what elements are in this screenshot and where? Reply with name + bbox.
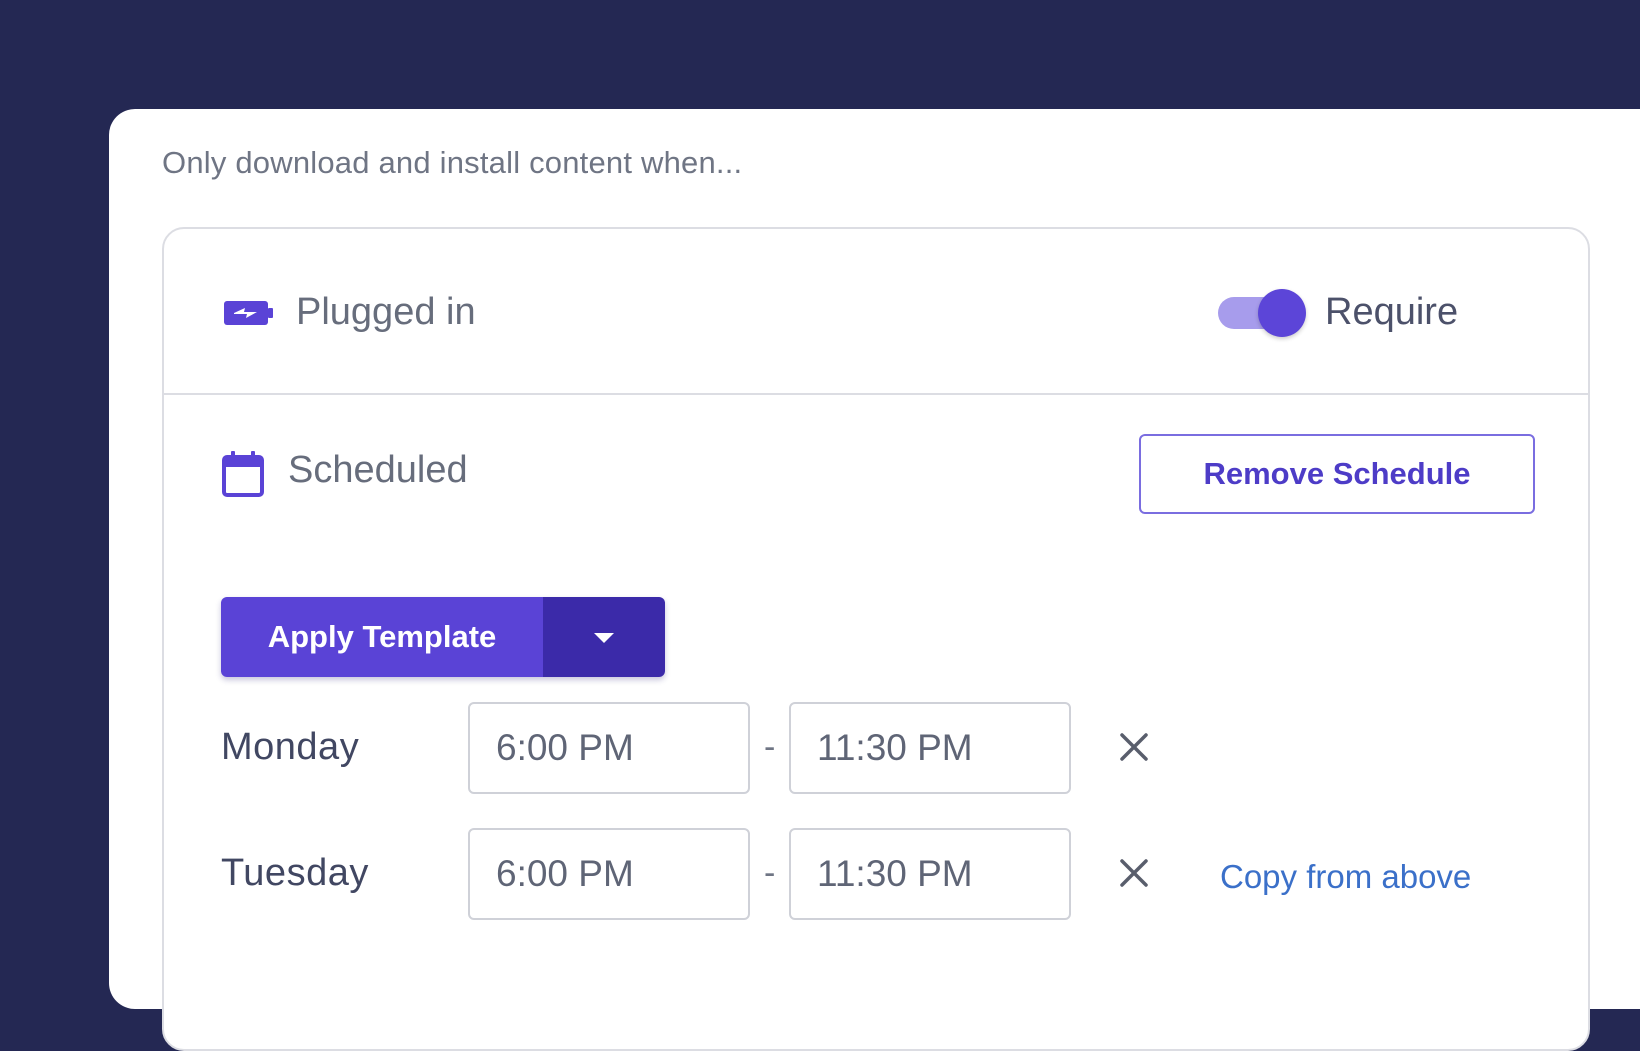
remove-schedule-button[interactable]: Remove Schedule (1139, 434, 1535, 514)
toggle-knob (1258, 289, 1306, 337)
scheduled-label: Scheduled (288, 449, 468, 491)
day-label: Monday (221, 726, 360, 768)
copy-from-above-link[interactable]: Copy from above (1220, 858, 1471, 896)
time-separator: - (764, 854, 776, 892)
apply-template-split-button: Apply Template (221, 597, 665, 677)
end-time-input[interactable] (789, 702, 1071, 794)
end-time-input[interactable] (789, 828, 1071, 920)
close-icon[interactable] (1116, 855, 1152, 891)
schedule-row-tuesday: Tuesday - Copy from above (164, 828, 1588, 922)
schedule-row-monday: Monday - (164, 702, 1588, 796)
conditions-panel: Plugged in Require Scheduled Remove Sche… (162, 227, 1590, 1051)
plugged-in-row: Plugged in Require (164, 229, 1588, 395)
apply-template-dropdown-button[interactable] (543, 597, 665, 677)
require-label: Require (1325, 291, 1459, 333)
plugged-in-label: Plugged in (296, 291, 476, 333)
caret-down-icon (594, 633, 614, 643)
require-toggle[interactable] (1218, 287, 1308, 337)
close-icon[interactable] (1116, 729, 1152, 765)
settings-card: Only download and install content when..… (109, 109, 1640, 1051)
day-label: Tuesday (221, 852, 369, 894)
apply-template-button[interactable]: Apply Template (221, 597, 543, 677)
time-separator: - (764, 728, 776, 766)
intro-text: Only download and install content when..… (162, 145, 743, 180)
battery-charging-icon (224, 301, 273, 325)
calendar-icon (222, 451, 264, 497)
start-time-input[interactable] (468, 702, 750, 794)
start-time-input[interactable] (468, 828, 750, 920)
